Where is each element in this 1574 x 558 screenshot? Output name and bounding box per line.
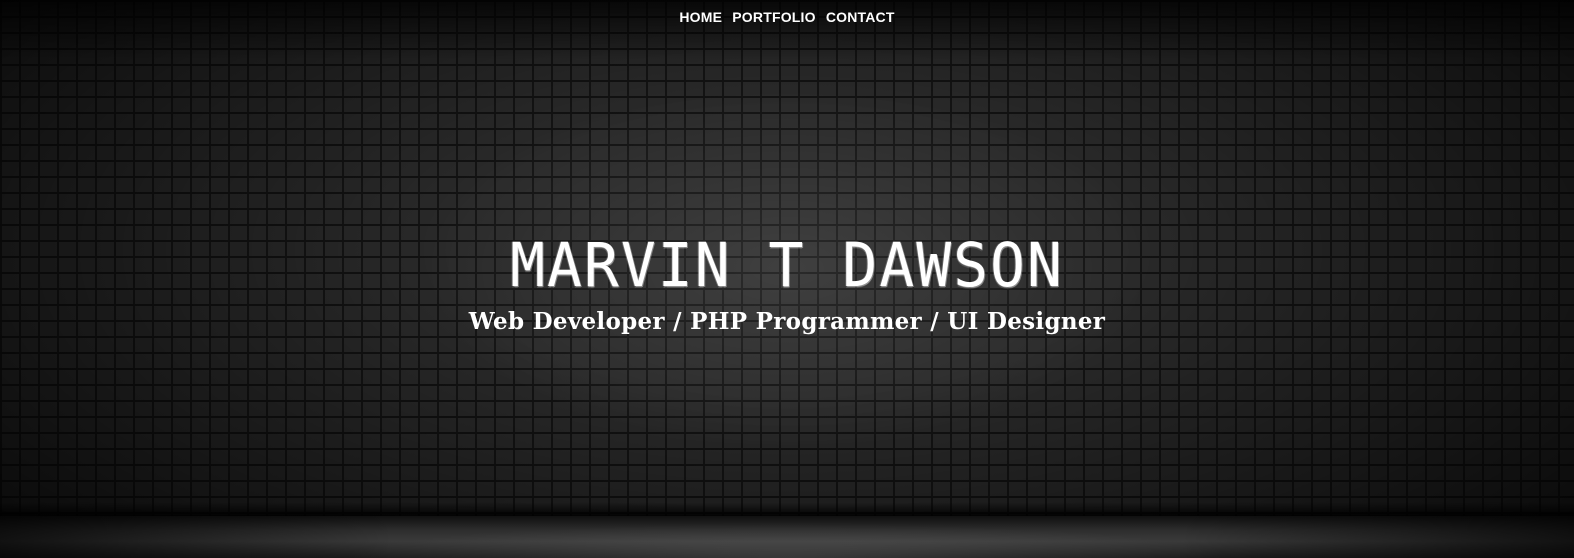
nav-contact-link[interactable]: CONTACT — [826, 9, 895, 25]
floor-light — [0, 516, 1574, 558]
hero-tagline: Web Developer / PHP Programmer / UI Desi… — [468, 308, 1106, 335]
nav-home-link[interactable]: HOME — [679, 9, 722, 25]
hero-page: HOME PORTFOLIO CONTACT MARVIN T DAWSON W… — [0, 0, 1574, 558]
main-nav: HOME PORTFOLIO CONTACT — [0, 9, 1574, 25]
floor — [0, 502, 1574, 558]
nav-portfolio-link[interactable]: PORTFOLIO — [732, 9, 815, 25]
hero-section: MARVIN T DAWSON Web Developer / PHP Prog… — [0, 228, 1574, 335]
hero-name-title: MARVIN T DAWSON — [510, 229, 1064, 301]
